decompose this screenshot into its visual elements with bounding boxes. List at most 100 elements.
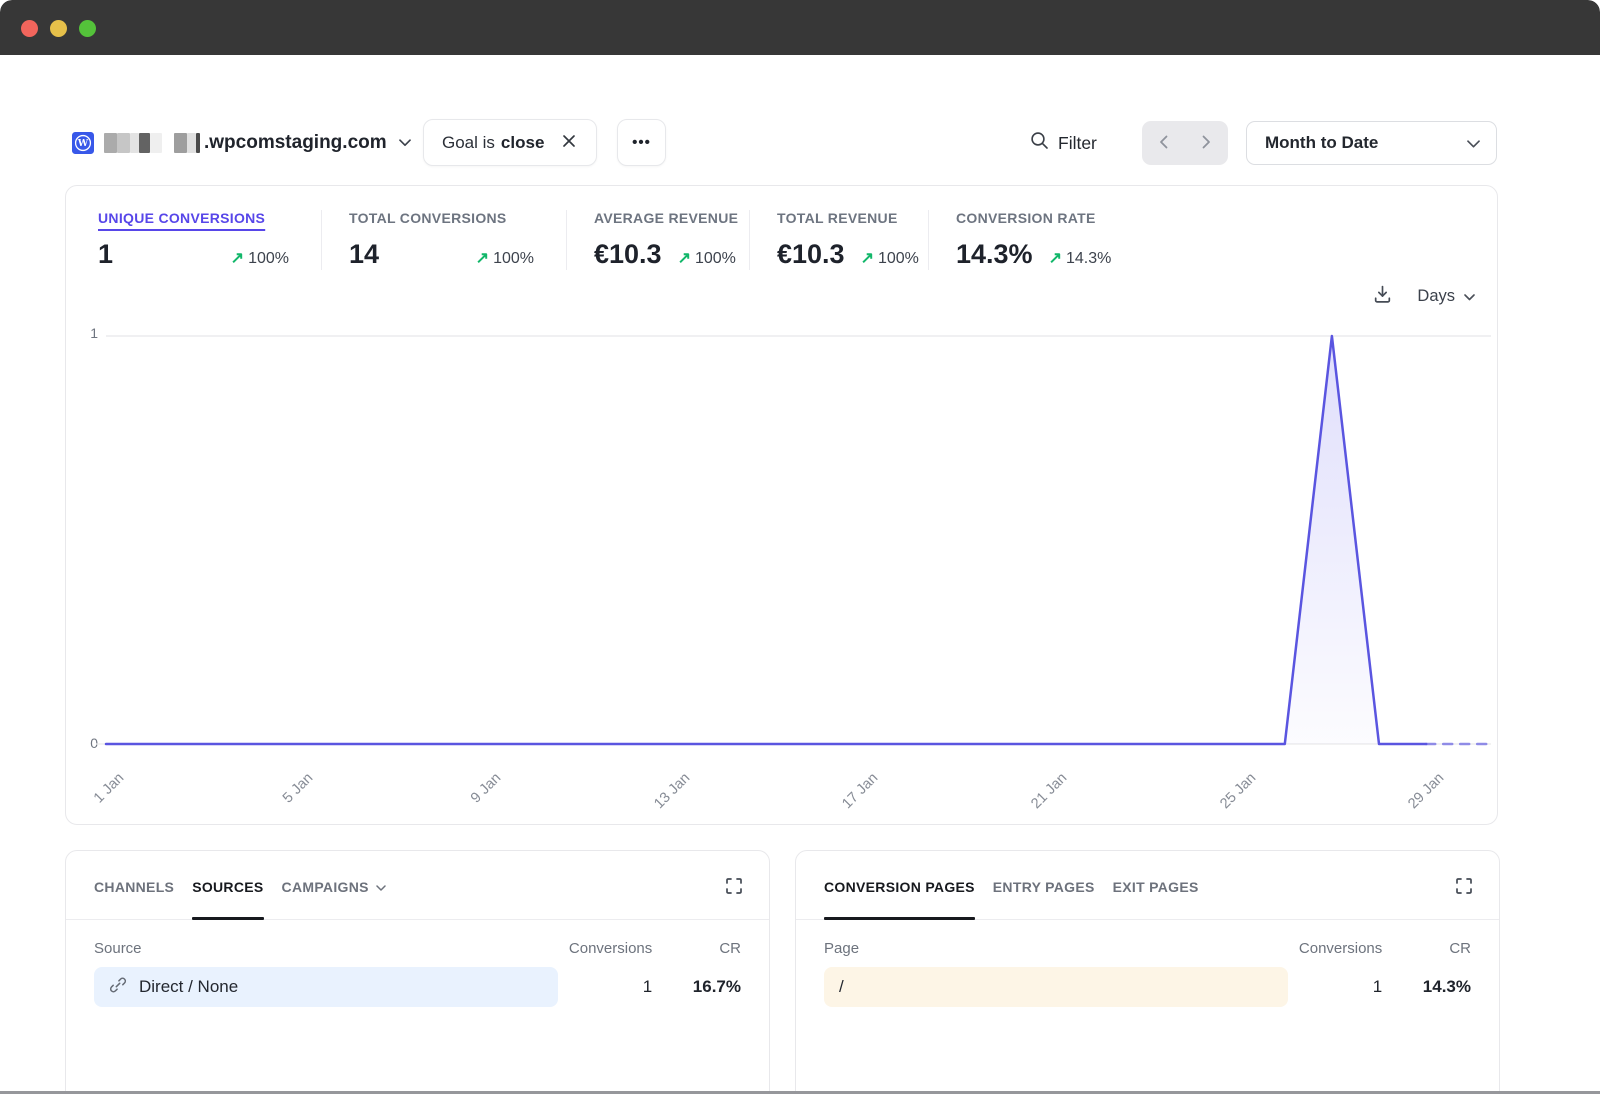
metric-label: AVERAGE REVENUE — [594, 210, 749, 226]
metric-change: ↗14.3% — [1049, 248, 1112, 268]
tab-sources[interactable]: SOURCES — [192, 879, 263, 919]
search-icon — [1030, 131, 1049, 155]
tab-campaigns[interactable]: CAMPAIGNS — [282, 879, 386, 919]
pages-panel: CONVERSION PAGES ENTRY PAGES EXIT PAGES … — [795, 850, 1500, 1094]
cr-value: 16.7% — [652, 977, 741, 997]
metric-change: ↗100% — [861, 248, 919, 268]
page-path: / — [839, 977, 844, 997]
x-axis-tick: 21 Jan — [1017, 770, 1071, 824]
metric-value: €10.3 — [594, 239, 662, 270]
filter-label: Filter — [1058, 133, 1097, 154]
chevron-down-icon — [1464, 287, 1475, 306]
goal-filter-chip[interactable]: Goal is close — [423, 119, 597, 166]
x-axis-tick: 13 Jan — [640, 770, 694, 824]
date-range-select[interactable]: Month to Date — [1246, 121, 1497, 165]
metric-label: TOTAL REVENUE — [777, 210, 928, 226]
close-icon — [562, 134, 576, 151]
date-range-pager — [1142, 121, 1228, 165]
sources-table-header: Source Conversions CR — [66, 920, 769, 957]
source-highlight-bar: Direct / None — [94, 967, 558, 1007]
trend-up-icon: ↗ — [231, 250, 244, 267]
download-icon — [1372, 284, 1393, 308]
column-page: Page — [824, 940, 1288, 957]
site-selector[interactable]: W .wpcomstaging.com — [72, 120, 411, 166]
area-fill — [106, 336, 1426, 744]
metric-average-revenue[interactable]: AVERAGE REVENUE €10.3 ↗100% — [566, 210, 749, 270]
x-axis-tick: 1 Jan — [74, 770, 128, 824]
tab-exit-pages[interactable]: EXIT PAGES — [1113, 879, 1199, 919]
expand-icon — [1455, 877, 1473, 898]
x-axis-tick: 9 Jan — [451, 770, 505, 824]
pages-panel-tabs: CONVERSION PAGES ENTRY PAGES EXIT PAGES — [796, 851, 1499, 920]
chevron-down-icon — [1467, 133, 1480, 153]
metrics-chart-card: UNIQUE CONVERSIONS 1 ↗100% TOTAL CONVERS… — [65, 185, 1498, 825]
tab-entry-pages[interactable]: ENTRY PAGES — [993, 879, 1095, 919]
x-axis-tick: 17 Jan — [828, 770, 882, 824]
chevron-left-icon — [1159, 135, 1168, 152]
download-chart-button[interactable] — [1372, 284, 1393, 308]
conversions-area-chart[interactable] — [96, 326, 1496, 756]
more-filters-button[interactable]: ••• — [617, 119, 666, 166]
expand-pages-panel-button[interactable] — [1455, 877, 1473, 898]
metric-conversion-rate[interactable]: CONVERSION RATE 14.3% ↗14.3% — [928, 210, 1158, 270]
x-axis-labels: 1 Jan 5 Jan 9 Jan 13 Jan 17 Jan 21 Jan 2… — [96, 756, 1496, 826]
date-range-value: Month to Date — [1265, 133, 1378, 153]
metric-value: 1 — [98, 239, 113, 270]
page-highlight-bar: / — [824, 967, 1288, 1007]
conversions-value: 1 — [1288, 977, 1383, 997]
window-titlebar — [0, 0, 1600, 55]
expand-icon — [725, 877, 743, 898]
remove-goal-filter-button[interactable] — [560, 132, 578, 153]
metric-label: UNIQUE CONVERSIONS — [98, 210, 321, 226]
cr-value: 14.3% — [1382, 977, 1471, 997]
next-period-button[interactable] — [1185, 121, 1228, 165]
chevron-down-icon — [376, 879, 386, 895]
filter-button[interactable]: Filter — [1030, 122, 1097, 164]
chart-controls: Days — [1372, 284, 1475, 308]
close-window-button[interactable] — [21, 20, 38, 37]
x-axis-tick: 5 Jan — [263, 770, 317, 824]
sources-panel: CHANNELS SOURCES CAMPAIGNS Source Conver… — [65, 850, 770, 1094]
metric-total-revenue[interactable]: TOTAL REVENUE €10.3 ↗100% — [749, 210, 928, 270]
tab-channels[interactable]: CHANNELS — [94, 879, 174, 919]
app-window: W .wpcomstaging.com Goal is close ••• Fi… — [0, 0, 1600, 1094]
metric-change: ↗100% — [476, 248, 534, 268]
svg-text:W: W — [77, 138, 89, 149]
trend-up-icon: ↗ — [1049, 250, 1062, 267]
metric-unique-conversions[interactable]: UNIQUE CONVERSIONS 1 ↗100% — [96, 210, 321, 270]
chevron-right-icon — [1202, 135, 1211, 152]
x-axis-tick: 25 Jan — [1206, 770, 1260, 824]
metric-change: ↗100% — [678, 248, 736, 268]
site-name: .wpcomstaging.com — [204, 132, 387, 154]
goal-filter-value: close — [501, 133, 544, 153]
chevron-down-icon — [399, 139, 411, 147]
chart-interval-select[interactable]: Days — [1417, 287, 1475, 306]
metric-value: €10.3 — [777, 239, 845, 270]
minimize-window-button[interactable] — [50, 20, 67, 37]
metric-label: TOTAL CONVERSIONS — [349, 210, 566, 226]
data-line — [106, 336, 1426, 744]
goal-filter-prefix: Goal is — [442, 133, 495, 153]
previous-period-button[interactable] — [1142, 121, 1185, 165]
pages-table-header: Page Conversions CR — [796, 920, 1499, 957]
metric-total-conversions[interactable]: TOTAL CONVERSIONS 14 ↗100% — [321, 210, 566, 270]
metric-change: ↗100% — [231, 248, 289, 268]
metric-label: CONVERSION RATE — [956, 210, 1158, 226]
expand-sources-panel-button[interactable] — [725, 877, 743, 898]
trend-up-icon: ↗ — [861, 250, 874, 267]
x-axis-tick: 29 Jan — [1394, 770, 1448, 824]
metric-value: 14.3% — [956, 239, 1033, 270]
tab-conversion-pages[interactable]: CONVERSION PAGES — [824, 879, 975, 919]
fullscreen-window-button[interactable] — [79, 20, 96, 37]
column-cr: CR — [652, 940, 741, 957]
trend-up-icon: ↗ — [476, 250, 489, 267]
column-cr: CR — [1382, 940, 1471, 957]
table-row[interactable]: / 1 14.3% — [824, 967, 1471, 1007]
column-conversions: Conversions — [1288, 940, 1383, 957]
source-name: Direct / None — [139, 977, 238, 997]
metrics-row: UNIQUE CONVERSIONS 1 ↗100% TOTAL CONVERS… — [96, 210, 1158, 270]
wordpress-icon: W — [72, 132, 94, 154]
conversions-value: 1 — [558, 977, 653, 997]
table-row[interactable]: Direct / None 1 16.7% — [94, 967, 741, 1007]
redacted-site-name — [104, 133, 200, 153]
